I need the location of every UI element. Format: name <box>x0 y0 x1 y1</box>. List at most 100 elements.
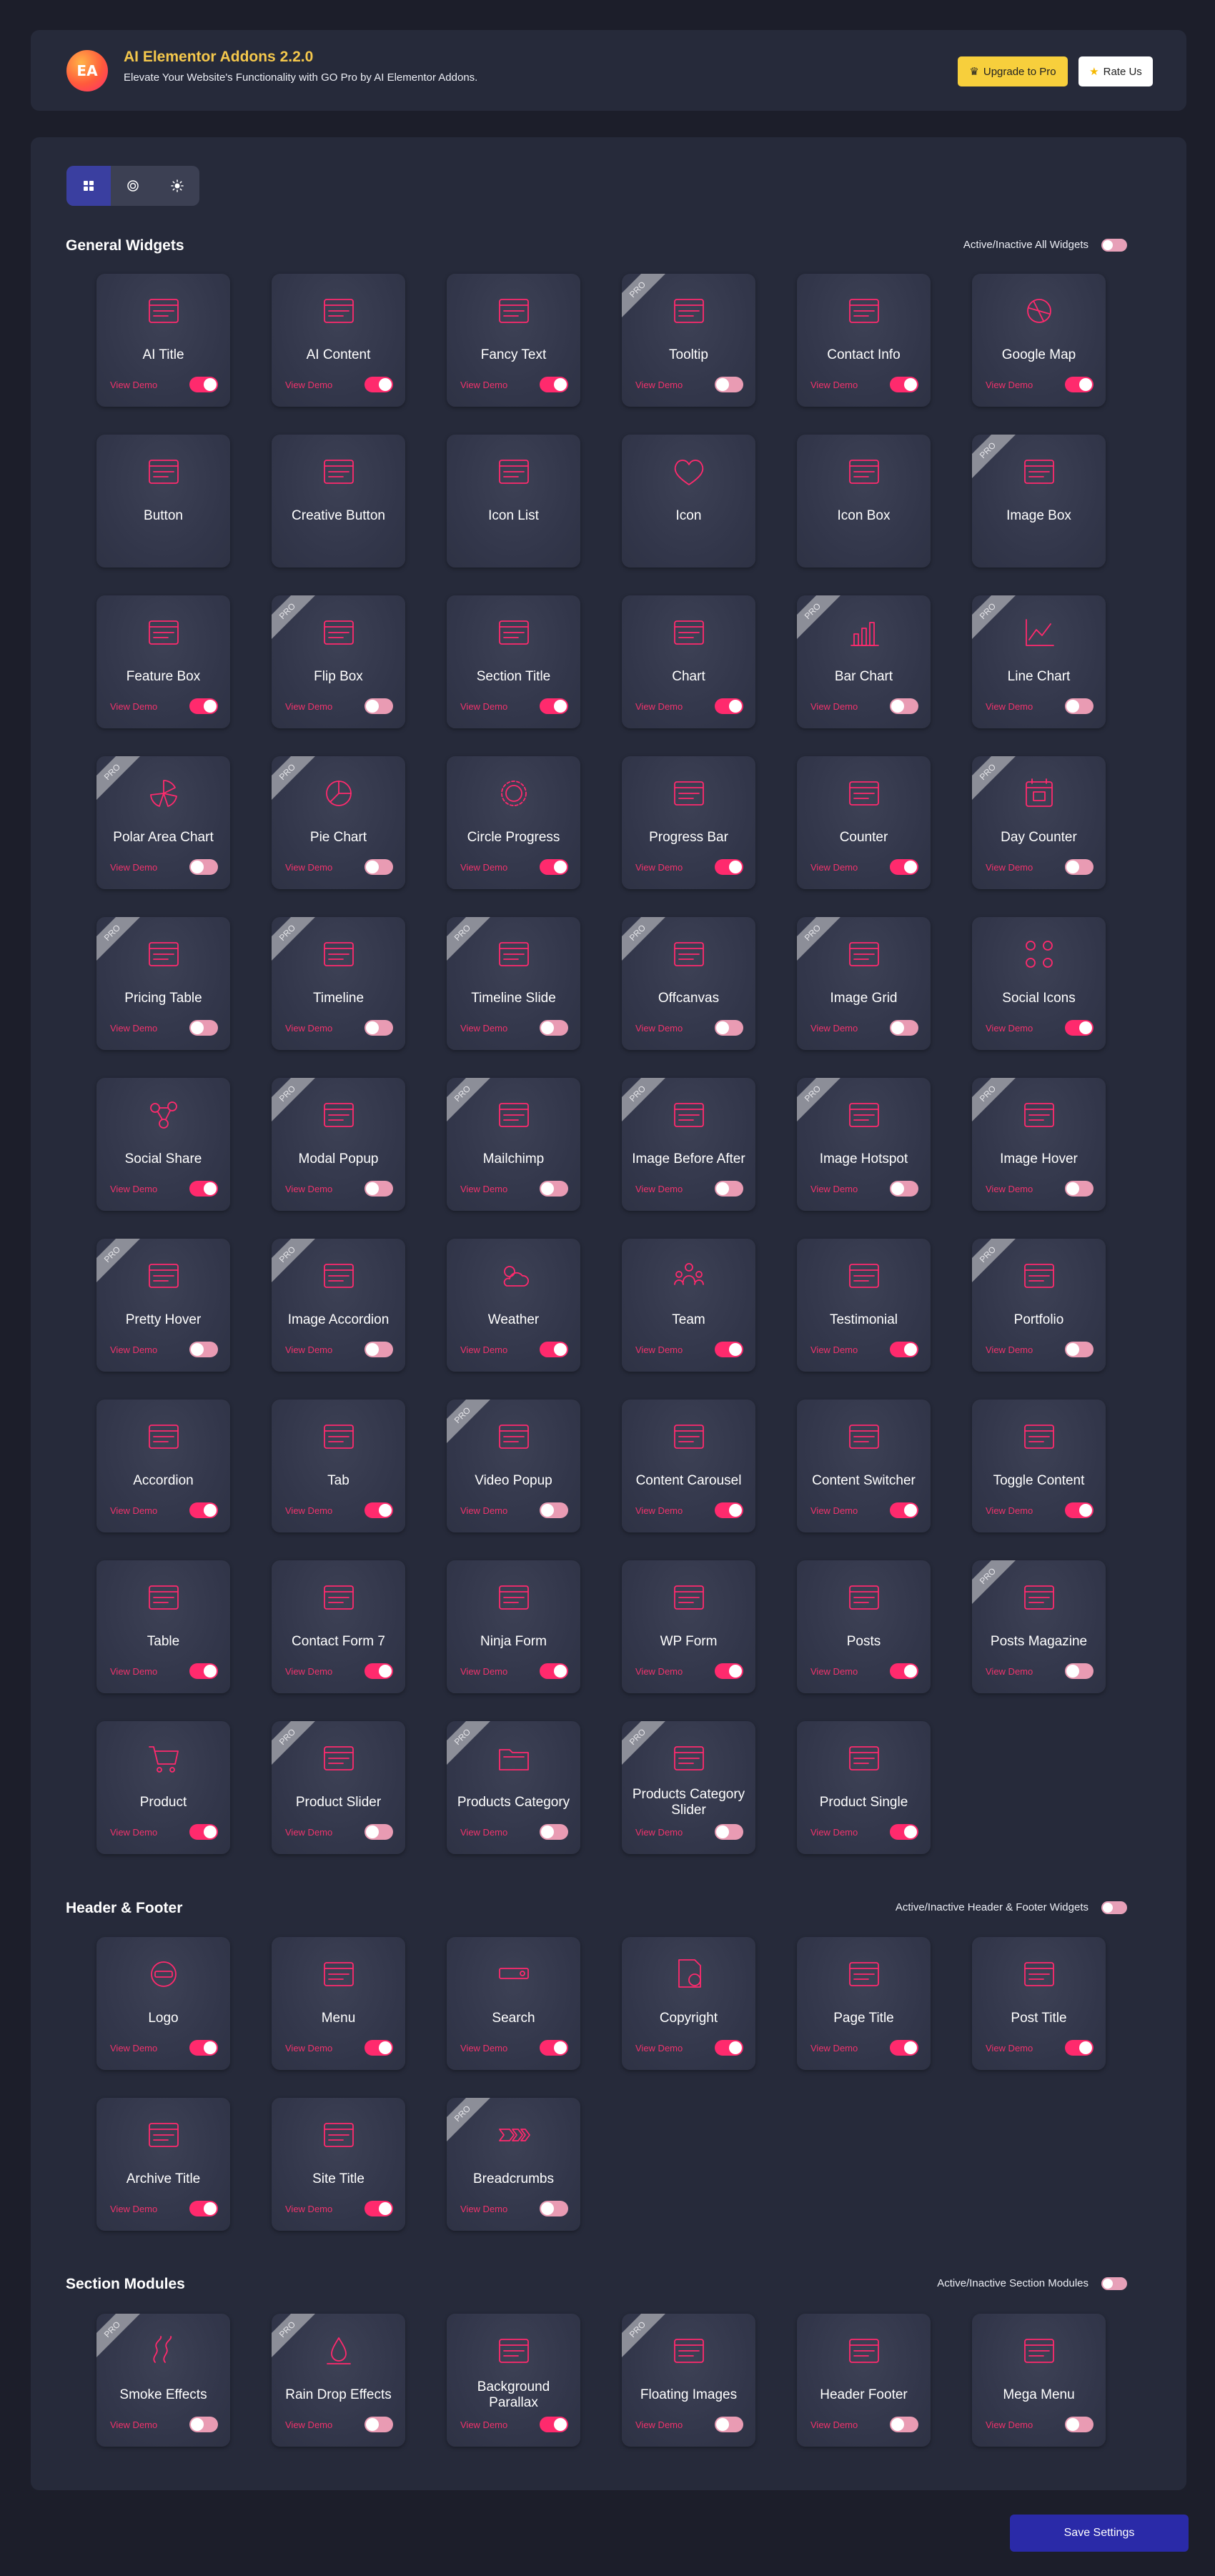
view-demo-link[interactable]: View Demo <box>810 1827 858 1838</box>
widget-toggle[interactable] <box>189 1502 218 1518</box>
view-demo-link[interactable]: View Demo <box>810 380 858 390</box>
view-demo-link[interactable]: View Demo <box>635 1023 683 1034</box>
widget-toggle[interactable] <box>540 2417 568 2432</box>
widget-toggle[interactable] <box>715 1502 743 1518</box>
widget-toggle[interactable] <box>715 1824 743 1840</box>
view-demo-link[interactable]: View Demo <box>635 1666 683 1677</box>
view-demo-link[interactable]: View Demo <box>460 1505 507 1516</box>
widget-toggle[interactable] <box>189 2040 218 2056</box>
widget-toggle[interactable] <box>540 1020 568 1036</box>
widget-toggle[interactable] <box>1065 377 1094 392</box>
widget-toggle[interactable] <box>540 2201 568 2216</box>
view-demo-link[interactable]: View Demo <box>810 701 858 712</box>
widget-toggle[interactable] <box>1065 1502 1094 1518</box>
widget-toggle[interactable] <box>189 2417 218 2432</box>
view-demo-link[interactable]: View Demo <box>635 380 683 390</box>
widget-toggle[interactable] <box>540 1342 568 1357</box>
widget-toggle[interactable] <box>364 2417 393 2432</box>
widget-toggle[interactable] <box>890 1342 918 1357</box>
widget-toggle[interactable] <box>715 377 743 392</box>
view-demo-link[interactable]: View Demo <box>110 2043 157 2054</box>
widget-toggle[interactable] <box>1065 2417 1094 2432</box>
widget-toggle[interactable] <box>364 1502 393 1518</box>
view-demo-link[interactable]: View Demo <box>635 862 683 873</box>
widget-toggle[interactable] <box>715 698 743 714</box>
view-demo-link[interactable]: View Demo <box>986 1023 1033 1034</box>
widget-toggle[interactable] <box>189 1181 218 1197</box>
view-demo-link[interactable]: View Demo <box>986 701 1033 712</box>
view-demo-link[interactable]: View Demo <box>810 1344 858 1355</box>
view-demo-link[interactable]: View Demo <box>986 1184 1033 1194</box>
widget-toggle[interactable] <box>890 2040 918 2056</box>
widget-toggle[interactable] <box>189 377 218 392</box>
view-demo-link[interactable]: View Demo <box>810 2419 858 2430</box>
view-demo-link[interactable]: View Demo <box>986 2043 1033 2054</box>
view-demo-link[interactable]: View Demo <box>986 1505 1033 1516</box>
widget-toggle[interactable] <box>1065 698 1094 714</box>
widget-toggle[interactable] <box>890 1824 918 1840</box>
widget-toggle[interactable] <box>890 698 918 714</box>
widget-toggle[interactable] <box>364 2040 393 2056</box>
view-demo-link[interactable]: View Demo <box>460 1827 507 1838</box>
widget-toggle[interactable] <box>890 2417 918 2432</box>
view-demo-link[interactable]: View Demo <box>635 1344 683 1355</box>
view-demo-link[interactable]: View Demo <box>285 1184 332 1194</box>
view-demo-link[interactable]: View Demo <box>810 1505 858 1516</box>
view-demo-link[interactable]: View Demo <box>810 1666 858 1677</box>
widget-toggle[interactable] <box>540 2040 568 2056</box>
save-settings-button[interactable]: Save Settings <box>1010 2515 1189 2552</box>
widget-toggle[interactable] <box>890 1663 918 1679</box>
view-demo-link[interactable]: View Demo <box>285 1023 332 1034</box>
view-demo-link[interactable]: View Demo <box>285 2419 332 2430</box>
widget-toggle[interactable] <box>540 859 568 875</box>
view-demo-link[interactable]: View Demo <box>285 1827 332 1838</box>
widget-toggle[interactable] <box>540 698 568 714</box>
view-demo-link[interactable]: View Demo <box>460 1023 507 1034</box>
view-demo-link[interactable]: View Demo <box>285 862 332 873</box>
widget-toggle[interactable] <box>890 859 918 875</box>
widget-toggle[interactable] <box>189 1020 218 1036</box>
view-demo-link[interactable]: View Demo <box>285 1666 332 1677</box>
view-demo-link[interactable]: View Demo <box>285 1344 332 1355</box>
view-demo-link[interactable]: View Demo <box>110 380 157 390</box>
view-demo-link[interactable]: View Demo <box>110 1666 157 1677</box>
widget-toggle[interactable] <box>715 1342 743 1357</box>
section-all-toggle[interactable] <box>1101 1901 1127 1914</box>
view-demo-link[interactable]: View Demo <box>460 701 507 712</box>
view-demo-link[interactable]: View Demo <box>986 2419 1033 2430</box>
view-demo-link[interactable]: View Demo <box>460 862 507 873</box>
view-demo-link[interactable]: View Demo <box>285 701 332 712</box>
view-demo-link[interactable]: View Demo <box>810 1023 858 1034</box>
widget-toggle[interactable] <box>1065 1663 1094 1679</box>
view-demo-link[interactable]: View Demo <box>110 862 157 873</box>
tab-settings[interactable] <box>111 166 155 206</box>
widget-toggle[interactable] <box>715 859 743 875</box>
view-demo-link[interactable]: View Demo <box>285 1505 332 1516</box>
view-demo-link[interactable]: View Demo <box>110 1023 157 1034</box>
widget-toggle[interactable] <box>1065 1020 1094 1036</box>
view-demo-link[interactable]: View Demo <box>285 2204 332 2214</box>
view-demo-link[interactable]: View Demo <box>810 862 858 873</box>
tab-theme[interactable] <box>155 166 199 206</box>
widget-toggle[interactable] <box>890 377 918 392</box>
widget-toggle[interactable] <box>1065 2040 1094 2056</box>
widget-toggle[interactable] <box>715 1663 743 1679</box>
section-all-toggle[interactable] <box>1101 2277 1127 2290</box>
view-demo-link[interactable]: View Demo <box>460 380 507 390</box>
widget-toggle[interactable] <box>189 1342 218 1357</box>
view-demo-link[interactable]: View Demo <box>110 1344 157 1355</box>
view-demo-link[interactable]: View Demo <box>635 1184 683 1194</box>
widget-toggle[interactable] <box>890 1020 918 1036</box>
widget-toggle[interactable] <box>189 1663 218 1679</box>
view-demo-link[interactable]: View Demo <box>460 1666 507 1677</box>
widget-toggle[interactable] <box>364 1824 393 1840</box>
view-demo-link[interactable]: View Demo <box>285 2043 332 2054</box>
rate-us-button[interactable]: ★ Rate Us <box>1078 56 1153 86</box>
view-demo-link[interactable]: View Demo <box>110 1184 157 1194</box>
view-demo-link[interactable]: View Demo <box>460 2043 507 2054</box>
widget-toggle[interactable] <box>189 1824 218 1840</box>
widget-toggle[interactable] <box>715 1181 743 1197</box>
widget-toggle[interactable] <box>540 1502 568 1518</box>
view-demo-link[interactable]: View Demo <box>110 1505 157 1516</box>
view-demo-link[interactable]: View Demo <box>810 2043 858 2054</box>
